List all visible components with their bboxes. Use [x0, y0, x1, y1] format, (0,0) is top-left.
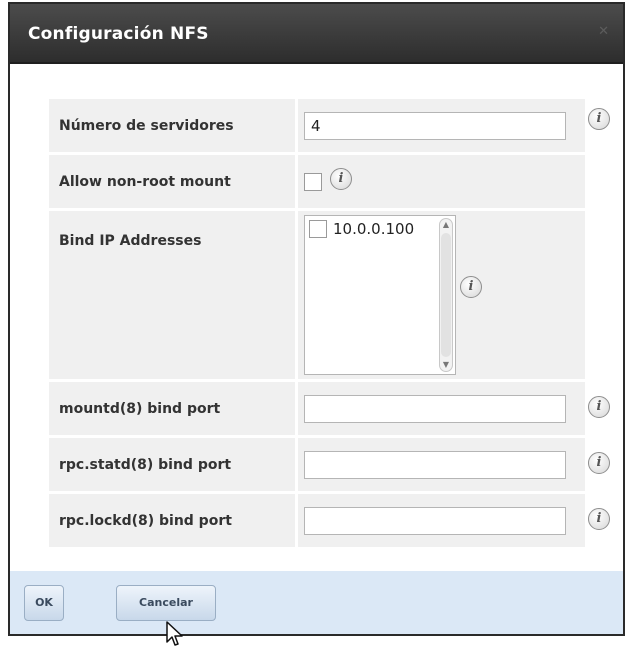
ok-button[interactable]: OK [24, 585, 64, 621]
cancel-button[interactable]: Cancelar [116, 585, 216, 621]
lockd-port-label: rpc.lockd(8) bind port [49, 494, 295, 547]
mountd-port-input[interactable] [304, 394, 566, 423]
statd-port-label: rpc.statd(8) bind port [49, 438, 295, 491]
statd-port-input[interactable] [304, 450, 566, 479]
allow-nonroot-checkbox[interactable] [304, 173, 322, 192]
lockd-port-info-icon[interactable]: i [588, 508, 610, 530]
form-row-lockd-port: rpc.lockd(8) bind port [49, 494, 585, 547]
statd-port-info-icon[interactable]: i [588, 452, 610, 474]
lockd-port-input[interactable] [304, 506, 566, 535]
dialog-title: Configuración NFS [28, 24, 209, 44]
form-row-allow-nonroot: Allow non-root mount [49, 155, 585, 208]
form-row-mountd-port: mountd(8) bind port [49, 382, 585, 435]
bind-ip-label: Bind IP Addresses [49, 211, 295, 379]
list-item[interactable]: 10.0.0.100 [309, 220, 414, 238]
nfs-settings-form: Número de servidores Allow non-root moun… [46, 96, 588, 550]
bind-ip-info-icon[interactable]: i [460, 276, 482, 298]
mountd-port-label: mountd(8) bind port [49, 382, 295, 435]
form-row-statd-port: rpc.statd(8) bind port [49, 438, 585, 491]
servers-label: Número de servidores [49, 99, 295, 152]
nfs-config-dialog: Configuración NFS ✕ Número de servidores… [8, 2, 625, 636]
form-row-bind-ip: Bind IP Addresses 10.0.0.100 ▲ ▼ [49, 211, 585, 379]
allow-nonroot-label: Allow non-root mount [49, 155, 295, 208]
scroll-up-icon[interactable]: ▲ [440, 220, 452, 230]
form-row-servers: Número de servidores [49, 99, 585, 152]
allow-nonroot-info-icon[interactable]: i [330, 168, 352, 190]
ip-label: 10.0.0.100 [333, 220, 415, 238]
dialog-footer: OK Cancelar [10, 571, 623, 634]
mountd-port-info-icon[interactable]: i [588, 396, 610, 418]
bind-ip-listbox[interactable]: 10.0.0.100 ▲ ▼ [304, 215, 456, 375]
listbox-scrollbar[interactable]: ▲ ▼ [439, 218, 453, 372]
ip-checkbox[interactable] [309, 220, 327, 238]
scroll-down-icon[interactable]: ▼ [440, 360, 452, 370]
scroll-thumb[interactable] [441, 233, 451, 357]
servers-input[interactable] [304, 111, 566, 140]
close-icon[interactable]: ✕ [598, 24, 609, 39]
mouse-pointer-icon [166, 621, 183, 646]
dialog-titlebar[interactable]: Configuración NFS ✕ [10, 4, 623, 64]
servers-info-icon[interactable]: i [588, 108, 610, 130]
